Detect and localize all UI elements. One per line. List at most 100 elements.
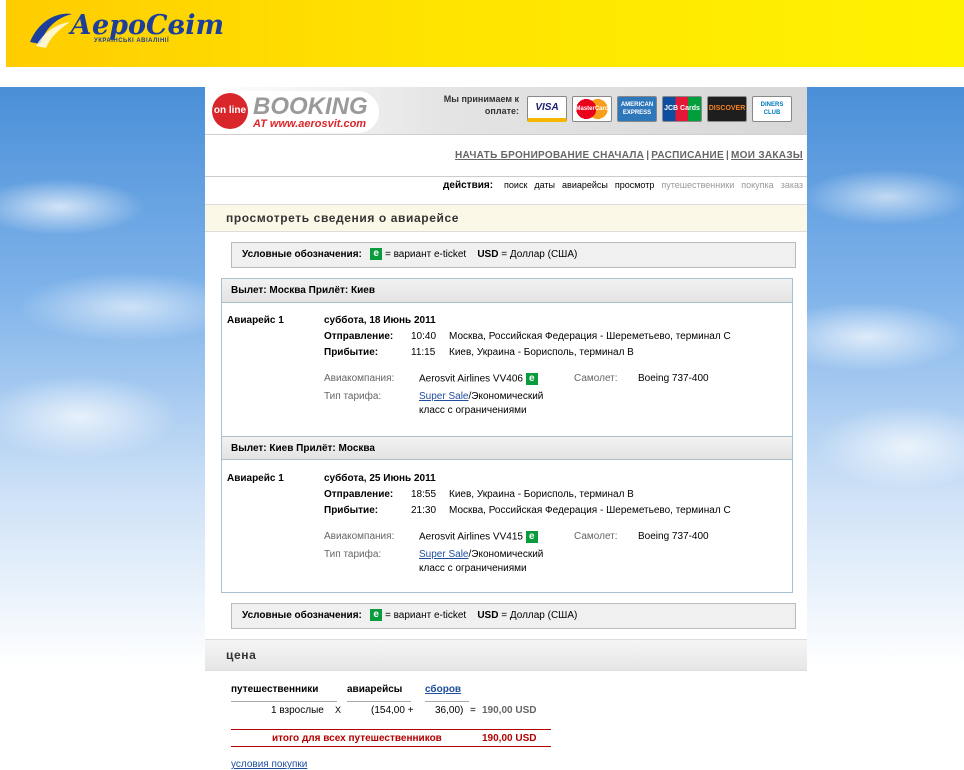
grand-total-label: итого для всех путешественников bbox=[272, 733, 442, 744]
multiply-sign: X bbox=[335, 705, 342, 715]
step-flights[interactable]: авиарейсы bbox=[562, 180, 608, 190]
booking-steps: действия: поиск даты авиарейсы просмотр … bbox=[443, 180, 803, 191]
flight-label: Авиарейс 1 bbox=[227, 473, 284, 484]
legend-currency-text: = Доллар (США) bbox=[501, 249, 578, 260]
section-title-bar: просмотреть сведения о авиарейсе bbox=[205, 204, 807, 232]
discover-card-icon: DISCOVER bbox=[707, 96, 747, 122]
booking-url: AT www.aerosvit.com bbox=[253, 118, 367, 130]
restart-booking-link[interactable]: НАЧАТЬ БРОНИРОВАНИЕ СНАЧАЛА bbox=[455, 150, 644, 161]
arrival-label: Прибытие: bbox=[324, 347, 379, 358]
row-total: 190,00 USD bbox=[482, 705, 537, 716]
booking-panel: on line BOOKING AT www.aerosvit.com Мы п… bbox=[205, 87, 807, 770]
fare-class-text-2: класс с ограничениями bbox=[419, 563, 527, 574]
arrival-time: 21:30 bbox=[411, 505, 437, 516]
col-travelers-header: путешественники bbox=[231, 684, 319, 695]
fare-type-label: Тип тарифа: bbox=[324, 549, 382, 560]
fare-type-label: Тип тарифа: bbox=[324, 391, 382, 402]
fare-rules-link[interactable]: Super Sale bbox=[419, 549, 468, 560]
schedule-link[interactable]: РАСПИСАНИЕ bbox=[651, 150, 724, 161]
traveler-count: 1 взрослые bbox=[271, 705, 324, 716]
col-flights-header: авиарейсы bbox=[347, 684, 403, 695]
fare-class-text: /Экономический bbox=[468, 391, 544, 402]
legend-eticket-text: = вариант e-ticket bbox=[384, 610, 467, 621]
step-search[interactable]: поиск bbox=[504, 180, 527, 190]
sky-background-left bbox=[0, 87, 205, 770]
airline-label: Авиакомпания: bbox=[324, 531, 395, 542]
flight-date: суббота, 25 Июнь 2011 bbox=[324, 473, 436, 484]
base-fare: (154,00 + bbox=[371, 705, 414, 716]
online-booking-logo[interactable]: on line BOOKING AT www.aerosvit.com bbox=[209, 91, 379, 133]
section-title: просмотреть сведения о авиарейсе bbox=[226, 211, 459, 225]
payment-label: Мы принимаем к оплате: bbox=[443, 94, 519, 116]
booking-header: on line BOOKING AT www.aerosvit.com Мы п… bbox=[205, 87, 807, 135]
my-orders-link[interactable]: МОИ ЗАКАЗЫ bbox=[731, 150, 803, 161]
legend-currency-code: USD bbox=[477, 610, 499, 621]
eticket-badge-icon: e bbox=[525, 373, 538, 385]
legend-currency-code: USD bbox=[477, 249, 499, 260]
leg-details-outbound: Авиарейс 1 суббота, 18 Июнь 2011 Отправл… bbox=[222, 303, 792, 436]
flight-label: Авиарейс 1 bbox=[227, 315, 284, 326]
arrival-place: Киев, Украина - Борисполь, терминал B bbox=[449, 347, 634, 358]
step-order: заказ bbox=[780, 180, 803, 190]
purchase-terms-link[interactable]: условия покупки bbox=[231, 759, 307, 770]
diners-club-card-icon: DINERS CLUB bbox=[752, 96, 792, 122]
legend-bottom: Условные обозначения: e = вариант e-tick… bbox=[231, 603, 796, 629]
eticket-badge-icon: e bbox=[525, 531, 538, 543]
header-underline bbox=[347, 701, 411, 702]
flight-date: суббота, 18 Июнь 2011 bbox=[324, 315, 436, 326]
fare-type-value: Super Sale/Экономический bbox=[419, 391, 543, 402]
departure-place: Москва, Российская Федерация - Шереметье… bbox=[449, 331, 731, 342]
step-dates[interactable]: даты bbox=[534, 180, 555, 190]
mastercard-card-icon: MasterCard bbox=[572, 96, 612, 122]
top-links: НАЧАТЬ БРОНИРОВАНИЕ СНАЧАЛА | РАСПИСАНИЕ | М… bbox=[455, 150, 803, 161]
fare-type-value: Super Sale/Экономический bbox=[419, 549, 543, 560]
eticket-badge-icon: e bbox=[370, 609, 383, 622]
fees-link[interactable]: сборов bbox=[425, 684, 461, 695]
fare-class-text-2: класс с ограничениями bbox=[419, 405, 527, 416]
aerosvit-logo[interactable]: АероСвіт УКРАЇНСЬКІ АВІАЛІНІЇ bbox=[26, 8, 224, 52]
departure-label: Отправление: bbox=[324, 489, 394, 500]
top-banner: АероСвіт УКРАЇНСЬКІ АВІАЛІНІЇ bbox=[6, 0, 964, 67]
price-section-bar: цена bbox=[205, 639, 807, 671]
total-top-rule bbox=[231, 729, 551, 730]
legend-currency-text: = Доллар (США) bbox=[501, 610, 578, 621]
grand-total-value: 190,00 USD bbox=[482, 733, 537, 744]
arrival-time: 11:15 bbox=[411, 347, 436, 358]
departure-place: Киев, Украина - Борисполь, терминал B bbox=[449, 489, 634, 500]
online-badge: on line bbox=[212, 93, 248, 129]
payment-cards: VISA MasterCard AMERICAN EXPRESS JCB Car… bbox=[527, 96, 792, 122]
departure-time: 18:55 bbox=[411, 489, 437, 500]
airline-name: Aerosvit Airlines VV415 bbox=[419, 531, 523, 543]
booking-word: BOOKING bbox=[253, 93, 368, 120]
link-separator: | bbox=[725, 150, 730, 161]
sky-background-right bbox=[807, 87, 964, 770]
leg-header-outbound: Вылет: Москва Прилёт: Киев bbox=[222, 279, 792, 303]
legend-label: Условные обозначения: bbox=[242, 249, 362, 260]
airline-name: Aerosvit Airlines VV406 bbox=[419, 373, 523, 385]
step-purchase: покупка bbox=[741, 180, 774, 190]
aircraft-value: Boeing 737-400 bbox=[638, 531, 709, 542]
step-review: просмотр bbox=[614, 180, 655, 190]
leg-details-return: Авиарейс 1 суббота, 25 Июнь 2011 Отправл… bbox=[222, 461, 792, 592]
logo-text: АероСвіт bbox=[70, 10, 225, 41]
legend-top: Условные обозначения: e = вариант e-tick… bbox=[231, 242, 796, 268]
leg-header-return: Вылет: Киев Прилёт: Москва bbox=[222, 436, 792, 460]
aircraft-value: Boeing 737-400 bbox=[638, 373, 709, 384]
eticket-badge-icon: e bbox=[370, 248, 383, 261]
total-bottom-rule bbox=[231, 746, 551, 747]
departure-label: Отправление: bbox=[324, 331, 394, 342]
header-underline bbox=[425, 701, 469, 702]
legend-label: Условные обозначения: bbox=[242, 610, 362, 621]
link-separator: | bbox=[646, 150, 650, 161]
fees-amount: 36,00) bbox=[435, 705, 464, 716]
flight-details-box: Вылет: Москва Прилёт: Киев Авиарейс 1 су… bbox=[221, 278, 793, 593]
airline-value: Aerosvit Airlines VV415 e bbox=[419, 531, 538, 543]
airline-label: Авиакомпания: bbox=[324, 373, 395, 384]
aircraft-label: Самолет: bbox=[574, 373, 618, 384]
fare-rules-link[interactable]: Super Sale bbox=[419, 391, 468, 402]
divider bbox=[205, 176, 807, 177]
price-title: цена bbox=[226, 648, 257, 662]
equals-sign: = bbox=[470, 705, 476, 716]
airline-value: Aerosvit Airlines VV406 e bbox=[419, 373, 538, 385]
departure-time: 10:40 bbox=[411, 331, 437, 342]
